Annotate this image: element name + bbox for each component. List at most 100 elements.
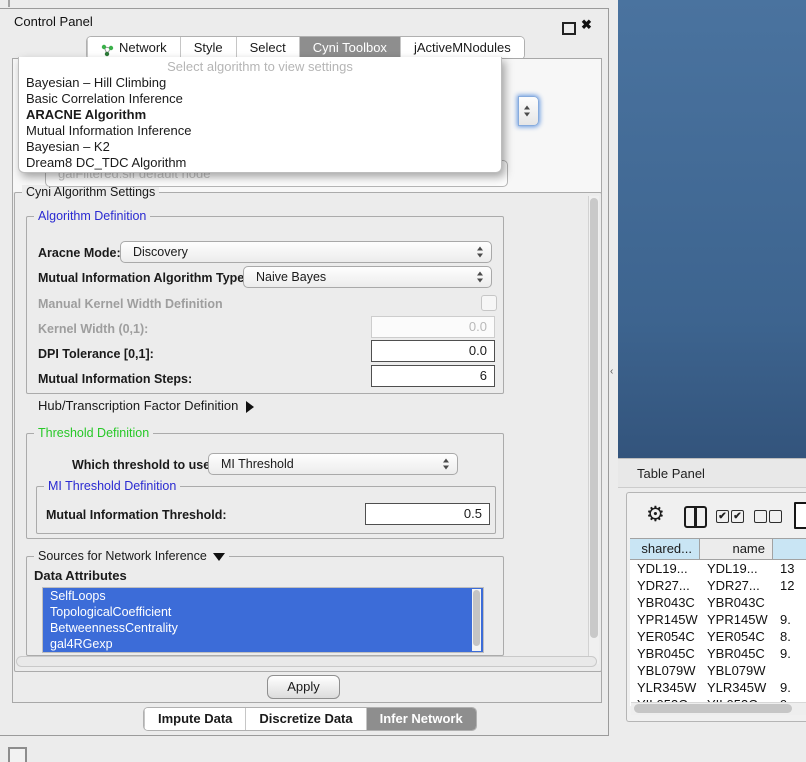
table-cell[interactable]: 9. — [773, 611, 806, 628]
table-cell[interactable]: YLR345W — [700, 679, 773, 696]
table-row[interactable]: YBR045C YBR045C 9. — [630, 645, 806, 662]
scrollbar-thumb[interactable] — [634, 704, 792, 713]
control-panel-tab[interactable]: Select — [236, 37, 299, 59]
mi-threshold-field[interactable]: 0.5 — [365, 503, 490, 525]
table-cell[interactable]: YBL079W — [700, 662, 773, 679]
algorithm-option[interactable]: ARACNE Algorithm — [19, 107, 501, 123]
table-cell[interactable]: 13 — [773, 560, 806, 577]
scrollbar-thumb[interactable] — [473, 590, 480, 646]
bottom-tab[interactable]: Impute Data — [144, 708, 245, 730]
table-row[interactable]: YDR27... YDR27... 12 — [630, 577, 806, 594]
deselect-all-icon[interactable] — [754, 510, 767, 523]
table-row[interactable]: YLR345W YLR345W 9. — [630, 679, 806, 696]
table-cell[interactable]: YER054C — [630, 628, 700, 645]
table-row[interactable]: YDL19... YDL19... 13 — [630, 560, 806, 577]
table-cell[interactable]: 9. — [773, 645, 806, 662]
algorithm-option[interactable]: Basic Correlation Inference — [19, 91, 501, 107]
document-icon[interactable] — [794, 502, 806, 529]
table-row[interactable]: YBL079W YBL079W — [630, 662, 806, 679]
panel-divider-handle[interactable]: ‹ — [610, 366, 613, 377]
settings-gear-icon[interactable]: ⚙ — [646, 502, 665, 527]
table-column-header[interactable]: name — [700, 538, 773, 560]
control-panel-tab[interactable]: Cyni Toolbox — [299, 37, 400, 59]
dpi-tolerance-field[interactable]: 0.0 — [371, 340, 495, 362]
table-cell[interactable]: YDR27... — [700, 577, 773, 594]
which-threshold-value: MI Threshold — [221, 454, 294, 474]
aracne-mode-combo[interactable]: Discovery — [120, 241, 492, 263]
combo-stepper-icon — [443, 459, 450, 470]
control-panel-tab[interactable]: Style — [180, 37, 236, 59]
bottom-tab[interactable]: Infer Network — [366, 708, 476, 730]
algorithm-option[interactable]: Bayesian – K2 — [19, 139, 501, 155]
table-cell[interactable]: 12 — [773, 577, 806, 594]
data-attribute-item[interactable]: SelfLoops — [43, 588, 483, 604]
column-header-label: shared... — [641, 541, 692, 556]
kernel-width-label: Kernel Width (0,1): — [38, 322, 148, 336]
table-cell[interactable]: YBR043C — [630, 594, 700, 611]
table-row[interactable]: YBR043C YBR043C — [630, 594, 806, 611]
table-cell[interactable]: YPR145W — [700, 611, 773, 628]
mi-steps-field[interactable]: 6 — [371, 365, 495, 387]
algorithm-option[interactable]: Bayesian – Hill Climbing — [19, 75, 501, 91]
which-threshold-combo[interactable]: MI Threshold — [208, 453, 458, 475]
select-all-checked-icon[interactable]: ✔ — [716, 510, 729, 523]
float-window-icon[interactable] — [562, 22, 576, 35]
settings-vertical-scrollbar[interactable] — [588, 196, 599, 664]
table-column-header[interactable]: A — [773, 538, 806, 560]
table-cell[interactable] — [773, 594, 806, 611]
mi-threshold-label: Mutual Information Threshold: — [46, 508, 227, 522]
manual-kernel-width-checkbox[interactable] — [481, 295, 497, 311]
algorithm-popup-placeholder: Select algorithm to view settings — [19, 59, 501, 74]
select-all-checked-icon[interactable]: ✔ — [731, 510, 744, 523]
table-row[interactable]: YPR145W YPR145W 9. — [630, 611, 806, 628]
table-header-row: shared... name A — [630, 538, 806, 560]
algorithm-option[interactable]: Mutual Information Inference — [19, 123, 501, 139]
table-cell[interactable]: YPR145W — [630, 611, 700, 628]
table-cell[interactable]: YDL19... — [630, 560, 700, 577]
table-cell[interactable]: YBR045C — [700, 645, 773, 662]
data-attribute-item[interactable]: gal4RGexp — [43, 636, 483, 652]
attribute-list-scrollbar[interactable] — [472, 589, 481, 651]
aracne-mode-value: Discovery — [133, 242, 188, 262]
table-cell[interactable]: YBL079W — [630, 662, 700, 679]
table-cell[interactable]: YLR345W — [630, 679, 700, 696]
split-view-icon[interactable] — [684, 506, 707, 528]
table-cell[interactable]: YDL19... — [700, 560, 773, 577]
table-cell[interactable]: YBR043C — [700, 594, 773, 611]
mi-steps-label: Mutual Information Steps: — [38, 372, 192, 386]
settings-horizontal-scrollbar[interactable] — [16, 656, 597, 667]
column-header-label: name — [732, 541, 765, 556]
algorithm-option[interactable]: Dream8 DC_TDC Algorithm — [19, 155, 501, 171]
table-cell[interactable] — [773, 662, 806, 679]
table-row[interactable]: YER054C YER054C 8. — [630, 628, 806, 645]
table-cell[interactable]: 9. — [773, 679, 806, 696]
close-icon[interactable]: ✖ — [581, 17, 592, 33]
table-panel-title: Table Panel — [637, 466, 705, 481]
apply-button[interactable]: Apply — [267, 675, 340, 699]
data-attribute-item[interactable]: BetweennessCentrality — [43, 620, 483, 636]
table-cell[interactable]: YER054C — [700, 628, 773, 645]
control-panel-tab[interactable]: jActiveMNodules — [400, 37, 524, 59]
table-cell[interactable]: YDR27... — [630, 577, 700, 594]
table-cell[interactable]: YBR045C — [630, 645, 700, 662]
tab-label: Impute Data — [158, 708, 232, 730]
data-attributes-list[interactable]: SelfLoops TopologicalCoefficient Between… — [42, 587, 484, 653]
bottom-tab[interactable]: Discretize Data — [245, 708, 365, 730]
data-attribute-label: TopologicalCoefficient — [50, 605, 171, 619]
tab-label: Cyni Toolbox — [313, 37, 387, 59]
hub-definition-toggle[interactable]: Hub/Transcription Factor Definition — [38, 398, 254, 413]
sources-group-title[interactable]: Sources for Network Inference — [34, 549, 229, 563]
algorithm-combo-end[interactable] — [518, 96, 539, 126]
table-horizontal-scrollbar[interactable] — [631, 702, 806, 715]
minimized-window-icon[interactable] — [8, 747, 27, 762]
data-attribute-item[interactable]: TopologicalCoefficient — [43, 604, 483, 620]
bottom-tab-bar: Impute Data Discretize Data Infer Networ… — [143, 707, 477, 731]
scrollbar-thumb[interactable] — [590, 198, 598, 638]
mi-algorithm-type-combo[interactable]: Naive Bayes — [243, 266, 492, 288]
table-cell[interactable]: 8. — [773, 628, 806, 645]
control-panel-tab[interactable]: Network — [87, 37, 180, 59]
deselect-all-icon[interactable] — [769, 510, 782, 523]
which-threshold-label: Which threshold to use: — [72, 458, 214, 472]
kernel-width-field[interactable]: 0.0 — [371, 316, 495, 338]
table-column-header[interactable]: shared... — [630, 538, 700, 560]
